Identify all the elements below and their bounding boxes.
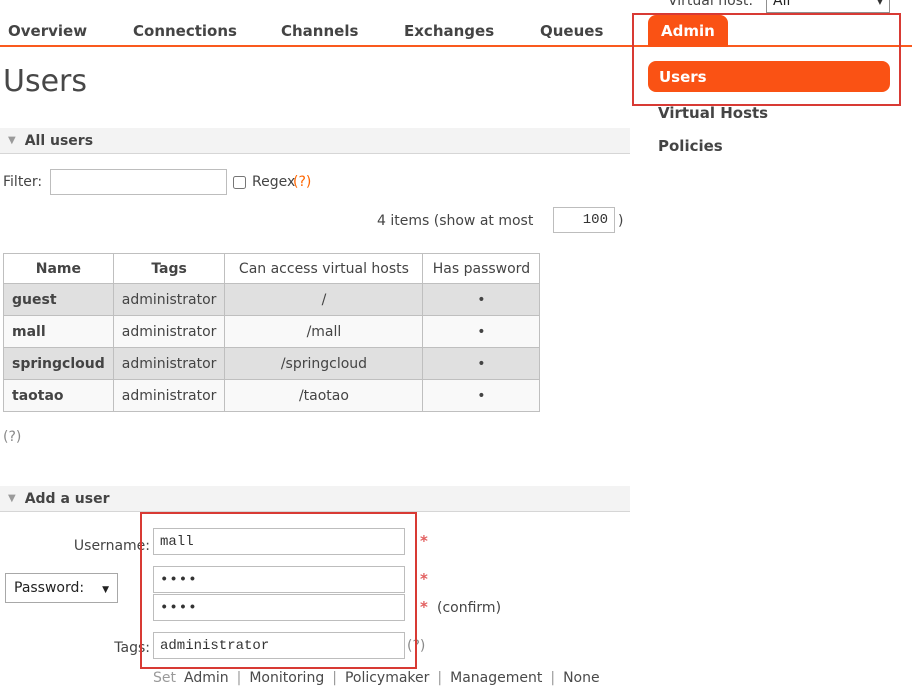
nav-tab-admin[interactable]: Admin: [648, 15, 728, 47]
user-name-cell[interactable]: taotao: [4, 380, 114, 412]
user-tags-cell: administrator: [113, 348, 225, 380]
items-count-close-paren: ): [618, 213, 623, 229]
username-input[interactable]: [153, 528, 405, 555]
sidebar-item-virtual-hosts[interactable]: Virtual Hosts: [658, 104, 768, 122]
tag-link-admin[interactable]: Admin: [184, 670, 229, 686]
user-vhosts-cell: /: [225, 284, 423, 316]
tag-shortcut-row: Set Admin | Monitoring | Policymaker | M…: [153, 670, 600, 686]
filter-input[interactable]: [50, 169, 227, 195]
set-label: Set: [153, 670, 176, 686]
column-header-tags[interactable]: Tags: [113, 254, 225, 284]
username-label: Username:: [60, 538, 150, 554]
separator: |: [237, 670, 242, 686]
virtual-host-select[interactable]: All ▼: [766, 0, 890, 13]
regex-checkbox[interactable]: [233, 176, 246, 189]
regex-label: Regex: [252, 174, 295, 190]
nav-item-queues[interactable]: Queues: [540, 22, 603, 40]
filter-label: Filter:: [3, 174, 42, 190]
required-asterisk: *: [420, 532, 428, 550]
collapse-triangle-icon: ▼: [8, 135, 16, 146]
tag-link-policymaker[interactable]: Policymaker: [345, 670, 429, 686]
show-at-most-input[interactable]: [553, 207, 615, 233]
sidebar-item-policies[interactable]: Policies: [658, 137, 723, 155]
has-password-dot: •: [423, 380, 540, 412]
page-title: Users: [3, 64, 87, 99]
user-tags-cell: administrator: [113, 316, 225, 348]
required-asterisk: *: [420, 598, 428, 616]
tag-link-none[interactable]: None: [563, 670, 600, 686]
has-password-dot: •: [423, 316, 540, 348]
confirm-label: (confirm): [437, 600, 501, 616]
tag-link-management[interactable]: Management: [450, 670, 542, 686]
separator: |: [550, 670, 555, 686]
all-users-section-title: All users: [25, 133, 93, 149]
user-name-cell[interactable]: guest: [4, 284, 114, 316]
user-vhosts-cell: /mall: [225, 316, 423, 348]
chevron-down-icon: ▼: [877, 0, 883, 6]
column-header-has-password: Has password: [423, 254, 540, 284]
table-help-link[interactable]: (?): [3, 429, 21, 445]
user-tags-cell: administrator: [113, 380, 225, 412]
all-users-section-header[interactable]: ▼ All users: [0, 128, 630, 154]
nav-item-channels[interactable]: Channels: [281, 22, 358, 40]
sidebar-item-users[interactable]: Users: [648, 61, 890, 92]
nav-item-exchanges[interactable]: Exchanges: [404, 22, 494, 40]
column-header-name[interactable]: Name: [4, 254, 114, 284]
virtual-host-label: Virtual host:: [668, 0, 753, 9]
table-header-row: Name Tags Can access virtual hosts Has p…: [4, 254, 540, 284]
add-user-section-header[interactable]: ▼ Add a user: [0, 486, 630, 512]
rabbitmq-users-page: Virtual host: All ▼ Overview Connections…: [0, 0, 912, 694]
tags-help-link[interactable]: (?): [407, 638, 425, 654]
column-header-vhosts: Can access virtual hosts: [225, 254, 423, 284]
user-tags-cell: administrator: [113, 284, 225, 316]
password-type-select[interactable]: Password: ▼: [5, 573, 118, 603]
add-user-section-title: Add a user: [25, 491, 110, 507]
table-row: guest administrator / •: [4, 284, 540, 316]
required-asterisk: *: [420, 570, 428, 588]
collapse-triangle-icon: ▼: [8, 493, 16, 504]
regex-help-link[interactable]: (?): [293, 174, 311, 190]
user-name-cell[interactable]: springcloud: [4, 348, 114, 380]
chevron-down-icon: ▼: [102, 585, 109, 595]
nav-item-connections[interactable]: Connections: [133, 22, 237, 40]
table-row: taotao administrator /taotao •: [4, 380, 540, 412]
users-table: Name Tags Can access virtual hosts Has p…: [3, 253, 540, 412]
user-vhosts-cell: /taotao: [225, 380, 423, 412]
user-vhosts-cell: /springcloud: [225, 348, 423, 380]
password-type-value: Password:: [14, 580, 84, 596]
separator: |: [437, 670, 442, 686]
nav-item-overview[interactable]: Overview: [8, 22, 87, 40]
nav-underline: [0, 45, 912, 47]
separator: |: [332, 670, 337, 686]
tags-label: Tags:: [80, 640, 150, 656]
table-row: mall administrator /mall •: [4, 316, 540, 348]
user-name-cell[interactable]: mall: [4, 316, 114, 348]
table-row: springcloud administrator /springcloud •: [4, 348, 540, 380]
virtual-host-value: All: [773, 0, 790, 9]
has-password-dot: •: [423, 348, 540, 380]
password-confirm-input[interactable]: [153, 594, 405, 621]
tag-link-monitoring[interactable]: Monitoring: [249, 670, 324, 686]
items-count-text: 4 items (show at most: [377, 213, 533, 229]
password-input[interactable]: [153, 566, 405, 593]
has-password-dot: •: [423, 284, 540, 316]
tags-input[interactable]: [153, 632, 405, 659]
